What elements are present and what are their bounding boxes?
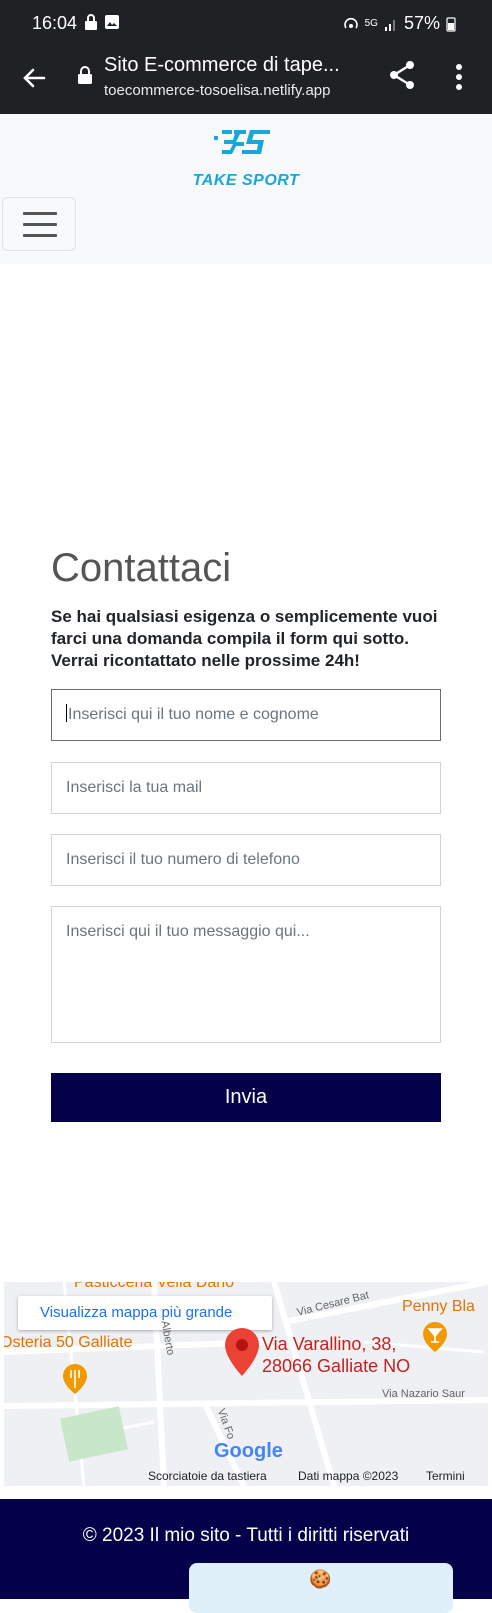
site-navbar: TAKE SPORT (0, 114, 492, 264)
map-data-label: Dati mappa ©2023 (298, 1469, 399, 1483)
submit-button[interactable]: Invia (51, 1073, 441, 1122)
location-pin-icon[interactable] (224, 1328, 260, 1376)
network-type: 5G (364, 18, 378, 29)
email-placeholder: Inserisci la tua mail (66, 779, 203, 796)
text-cursor (66, 704, 67, 722)
signal-icon (384, 19, 395, 31)
lock-notification-icon (85, 14, 97, 30)
system-indicators: 5G 57% (343, 13, 456, 34)
larger-map-link[interactable]: Visualizza mappa più grande (18, 1296, 272, 1330)
cookie-icon: 🍪 (309, 1569, 332, 1589)
contact-heading: Contattaci (51, 546, 232, 590)
cookie-banner[interactable]: 🍪 (189, 1563, 453, 1613)
phone-input[interactable]: Inserisci il tuo numero di telefono (51, 834, 441, 886)
status-bar: 16:04 5G 57% (0, 0, 492, 46)
clock: 16:04 (32, 13, 78, 33)
name-input[interactable]: Inserisci qui il tuo nome e cognome (51, 689, 441, 741)
brand-logo[interactable]: TAKE SPORT (192, 128, 300, 194)
copyright-text: © 2023 Il mio sito - Tutti i diritti ris… (82, 1525, 410, 1546)
message-placeholder: Inserisci qui il tuo messaggio qui... (66, 923, 310, 940)
notification-icons (84, 14, 120, 30)
lock-icon (78, 66, 92, 84)
google-logo: Google (214, 1440, 283, 1462)
page-title[interactable]: Sito E-commerce di tape... (104, 54, 362, 77)
share-icon[interactable] (388, 60, 416, 90)
hamburger-icon-middle (23, 223, 57, 226)
battery-level: 57% (403, 13, 440, 33)
hotspot-icon (343, 17, 358, 28)
browser-toolbar: Sito E-commerce di tape... toecommerce-t… (0, 46, 492, 114)
email-input[interactable]: Inserisci la tua mail (51, 762, 441, 814)
message-textarea[interactable]: Inserisci qui il tuo messaggio qui... (51, 906, 441, 1043)
logo-text: TAKE SPORT (192, 172, 300, 189)
address-label-line1: Via Varallino, 38, (262, 1334, 397, 1354)
hamburger-icon-bottom (23, 234, 57, 237)
street-label-nazario: Via Nazario Saur (382, 1388, 465, 1400)
name-placeholder: Inserisci qui il tuo nome e cognome (68, 706, 319, 723)
logo-mark-icon (214, 130, 270, 154)
poi-label-penny[interactable]: Penny Bla (402, 1298, 475, 1316)
more-options-icon[interactable] (455, 63, 463, 91)
phone-placeholder: Inserisci il tuo numero di telefono (66, 851, 300, 868)
image-notification-icon (105, 15, 119, 29)
poi-label[interactable]: Pasticceria Vella Dario (74, 1282, 234, 1292)
keyboard-shortcuts-link[interactable]: Scorciatoie da tastiera (148, 1469, 267, 1483)
contact-description: Se hai qualsiasi esigenza o semplicement… (51, 607, 438, 670)
battery-icon (446, 16, 456, 32)
url-text[interactable]: toecommerce-tosoelisa.netlify.app (104, 82, 331, 99)
hamburger-icon (23, 212, 57, 215)
navbar-toggler-button[interactable] (2, 197, 76, 251)
terms-link[interactable]: Termini (426, 1469, 465, 1483)
restaurant-marker-icon[interactable] (62, 1364, 88, 1394)
back-arrow-icon[interactable] (20, 64, 48, 92)
poi-label-osteria[interactable]: Osteria 50 Galliate (4, 1334, 133, 1352)
site-footer: © 2023 Il mio sito - Tutti i diritti ris… (0, 1499, 492, 1613)
bar-marker-icon[interactable] (422, 1322, 448, 1352)
embedded-map[interactable]: Pasticceria Vella Dario Visualizza mappa… (4, 1282, 488, 1486)
address-label-line2: 28066 Galliate NO (262, 1356, 411, 1376)
